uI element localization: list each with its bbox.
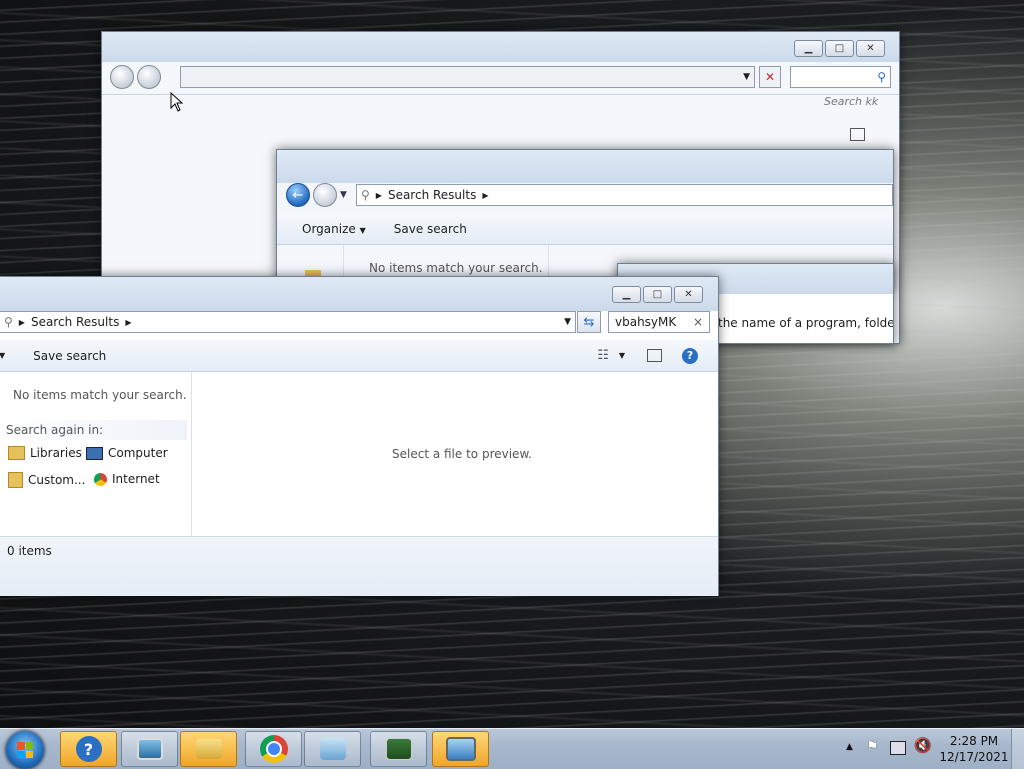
- internet-label: Internet: [112, 472, 160, 486]
- save-search-button[interactable]: Save search: [394, 222, 467, 236]
- recent-pages-icon[interactable]: ▼: [340, 190, 347, 200]
- organize-label: Organize: [302, 222, 356, 236]
- search-query: vbahsyMK: [615, 315, 677, 329]
- preview-message: Select a file to preview.: [392, 447, 532, 461]
- libraries-icon: [8, 446, 25, 460]
- close-button[interactable]: ✕: [674, 286, 703, 303]
- front-window-titlebar[interactable]: [0, 277, 718, 311]
- custom-folder-icon: [8, 472, 23, 488]
- taskbar-chrome[interactable]: [245, 731, 302, 767]
- minimize-button[interactable]: ▁: [794, 40, 823, 57]
- clock-date: 12/17/2021: [939, 750, 1009, 764]
- back-window-search-input[interactable]: ⚲: [790, 66, 891, 88]
- search-again-libraries[interactable]: Libraries: [8, 446, 82, 460]
- chrome-icon: [259, 735, 288, 763]
- maximize-button[interactable]: □: [825, 40, 854, 57]
- taskbar: ? ▲ ⚑ 🔇 2:28 PM 12/17/2021: [0, 728, 1024, 769]
- volume-muted-icon[interactable]: 🔇: [914, 738, 931, 754]
- search-again-internet[interactable]: Internet: [94, 472, 160, 486]
- maximize-button[interactable]: □: [643, 286, 672, 303]
- network-icon[interactable]: [890, 741, 906, 755]
- file-explorer-icon: [195, 739, 222, 759]
- search-again-custom[interactable]: Custom...: [8, 472, 85, 488]
- taskbar-file-explorer[interactable]: [180, 731, 237, 767]
- taskbar-help[interactable]: ?: [60, 731, 117, 767]
- front-window-caption-buttons: ▁ □ ✕: [612, 286, 703, 303]
- back-window-nav: [110, 65, 161, 89]
- refresh-icon[interactable]: ⇆: [577, 311, 601, 333]
- search-folder-icon: ⚲: [4, 315, 13, 329]
- middle-window-nav: ← ▼: [286, 183, 347, 207]
- organize-dropdown-icon[interactable]: ▼: [0, 351, 5, 360]
- action-center-flag-icon[interactable]: ⚑: [866, 739, 879, 755]
- stop-icon[interactable]: ✕: [759, 66, 781, 88]
- preview-pane-icon[interactable]: [850, 128, 865, 141]
- back-window-caption-buttons: ▁ □ ✕: [794, 40, 885, 57]
- control-panel-icon: [319, 738, 346, 760]
- tray-show-hidden-icon[interactable]: ▲: [846, 742, 853, 752]
- clear-search-icon[interactable]: ×: [693, 315, 703, 329]
- picture-viewer-icon: [136, 738, 163, 760]
- help-icon[interactable]: ?: [682, 347, 698, 364]
- forward-button[interactable]: [137, 65, 161, 89]
- libraries-label: Libraries: [30, 446, 82, 460]
- save-search-button[interactable]: Save search: [33, 349, 106, 363]
- search-again-section: Search again in:: [0, 420, 187, 440]
- custom-label: Custom...: [28, 473, 86, 487]
- back-arrow-icon[interactable]: ←: [286, 183, 310, 207]
- taskbar-remote-desktop[interactable]: [432, 731, 489, 767]
- start-orb[interactable]: [6, 731, 44, 769]
- search-again-computer[interactable]: Computer: [86, 446, 168, 460]
- breadcrumb-arrow-icon: ▶: [375, 190, 382, 200]
- organize-button[interactable]: Organize ▼: [302, 222, 366, 236]
- breadcrumb-arrow-icon[interactable]: ▶: [125, 318, 131, 327]
- device-manager-icon: [385, 738, 412, 760]
- run-dialog-description: the name of a program, folder, do: [718, 316, 893, 330]
- computer-icon: [86, 446, 103, 460]
- show-desktop-button[interactable]: [1011, 729, 1024, 769]
- mouse-cursor-icon: [170, 92, 184, 112]
- no-items-message: No items match your search.: [369, 261, 543, 275]
- search-icon: ⚲: [877, 70, 886, 84]
- search-again-label: Search again in:: [6, 423, 104, 437]
- taskbar-picture-viewer[interactable]: [121, 731, 178, 767]
- search-input[interactable]: vbahsyMK ×: [608, 311, 710, 333]
- back-window-search-hint: Search kk: [824, 95, 879, 108]
- preview-pane-icon[interactable]: [647, 349, 662, 362]
- front-explorer-window[interactable]: ▁ □ ✕ ⚲ ▶ Search Results ▶ ▼ ⇆ vbahsyMK …: [0, 276, 719, 596]
- taskbar-control-panel[interactable]: [304, 731, 361, 767]
- close-button[interactable]: ✕: [856, 40, 885, 57]
- breadcrumb-arrow-icon: ▶: [18, 317, 25, 327]
- computer-label: Computer: [108, 446, 168, 460]
- forward-arrow-icon[interactable]: [313, 183, 337, 207]
- back-button[interactable]: [110, 65, 134, 89]
- status-bar: 0 items: [0, 536, 718, 596]
- breadcrumb-arrow-icon[interactable]: ▶: [482, 191, 488, 200]
- breadcrumb-search-results[interactable]: Search Results: [388, 188, 476, 202]
- front-window-command-bar: ▼ Save search ☷ ▼ ?: [0, 340, 718, 372]
- middle-window-titlebar[interactable]: [277, 150, 893, 183]
- clock[interactable]: 2:28 PM 12/17/2021: [938, 733, 1010, 765]
- views-dropdown-icon[interactable]: ▼: [619, 351, 625, 360]
- taskbar-device-manager[interactable]: [370, 731, 427, 767]
- back-window-address-bar[interactable]: ▼: [180, 66, 755, 88]
- no-items-message: No items match your search.: [13, 388, 187, 402]
- back-window-titlebar[interactable]: [102, 32, 899, 62]
- middle-window-address-bar[interactable]: ⚲ ▶ Search Results ▶: [356, 184, 893, 206]
- search-folder-icon: ⚲: [361, 188, 370, 202]
- minimize-button[interactable]: ▁: [612, 286, 641, 303]
- address-dropdown-icon[interactable]: ▼: [564, 317, 571, 327]
- chrome-icon: [94, 472, 107, 486]
- windows-logo-icon: [17, 742, 33, 758]
- status-item-count: 0 items: [7, 544, 52, 558]
- views-icon[interactable]: ☷: [597, 348, 609, 363]
- address-dropdown-icon[interactable]: ▼: [743, 72, 750, 82]
- help-icon: ?: [75, 736, 102, 762]
- remote-desktop-icon: [445, 737, 476, 761]
- clock-time: 2:28 PM: [949, 734, 999, 748]
- front-window-address-bar[interactable]: ⚲ ▶ Search Results ▶ ▼: [0, 311, 576, 333]
- breadcrumb-search-results[interactable]: Search Results: [31, 315, 119, 329]
- results-pane: No items match your search. Search again…: [0, 372, 192, 536]
- middle-window-command-bar: Organize ▼ Save search: [277, 214, 893, 245]
